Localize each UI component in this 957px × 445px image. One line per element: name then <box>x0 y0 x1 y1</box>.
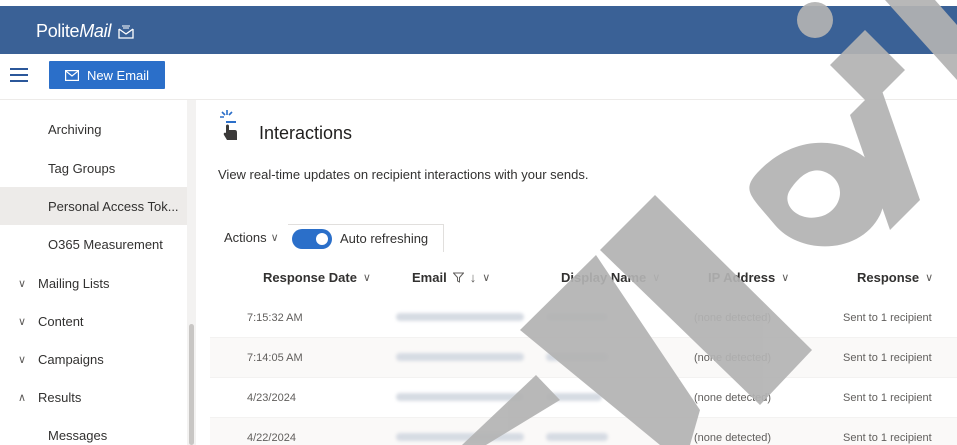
sidebar-item-label: Content <box>38 313 84 329</box>
cell-response-date: 4/23/2024 <box>247 392 296 404</box>
cell-display-name-redacted <box>546 392 602 404</box>
sidebar-nav: Archiving Tag Groups Personal Access Tok… <box>0 100 196 445</box>
new-email-label: New Email <box>86 67 150 83</box>
toggle-knob <box>316 232 328 245</box>
page-title: Interactions <box>259 123 353 143</box>
page-description: View real-time updates on recipient inte… <box>218 167 589 182</box>
column-header-response-date[interactable]: Response Date ∨ <box>263 270 371 285</box>
cell-ip-address: (none detected) <box>694 352 772 364</box>
actions-menu[interactable]: Actions ∨ <box>224 230 279 245</box>
sort-descending-icon: ↓ <box>469 270 477 285</box>
cell-email-redacted <box>396 392 524 404</box>
sidebar-item-label: Personal Access Tok... <box>48 198 179 214</box>
chevron-down-icon: ∨ <box>781 272 790 284</box>
column-header-label: Response <box>857 270 920 285</box>
chevron-up-icon: ∧ <box>18 391 27 404</box>
cell-ip-address: (none detected) <box>694 312 772 324</box>
auto-refresh-control: Auto refreshing <box>288 224 444 252</box>
cell-email-redacted <box>396 312 524 324</box>
filter-icon <box>452 272 464 283</box>
column-header-label: Email <box>412 270 447 285</box>
hamburger-menu-icon[interactable] <box>10 68 28 82</box>
logo-text-polite: Polite <box>36 21 80 41</box>
chevron-down-icon: ∨ <box>925 272 934 284</box>
sidebar-item-results[interactable]: ∧ Results <box>0 378 187 416</box>
app-logo[interactable]: PoliteMail <box>36 21 134 42</box>
chevron-down-icon: ∨ <box>362 272 371 284</box>
cell-ip-address: (none detected) <box>694 432 772 444</box>
sidebar-scrollbar[interactable] <box>187 100 196 445</box>
logo-text-mail: Mail <box>79 21 112 41</box>
table-row[interactable]: 7:15:32 AM (none detected) Sent to 1 rec… <box>210 298 957 338</box>
cell-response-date: 4/22/2024 <box>247 432 296 444</box>
auto-refresh-toggle[interactable] <box>292 228 332 249</box>
sidebar-item-o365-measurement[interactable]: O365 Measurement <box>0 225 187 263</box>
envelope-logo-icon <box>118 25 134 39</box>
sidebar-item-label: Campaigns <box>38 351 104 367</box>
cell-email-redacted <box>396 352 524 364</box>
table-row[interactable]: 4/22/2024 (none detected) Sent to 1 reci… <box>210 418 957 445</box>
chevron-down-icon: ∨ <box>482 272 491 284</box>
sidebar-item-content[interactable]: ∨ Content <box>0 302 187 340</box>
sidebar-item-tag-groups[interactable]: Tag Groups <box>0 149 187 187</box>
chevron-down-icon: ∨ <box>18 315 27 328</box>
column-header-label: Response Date <box>263 270 357 285</box>
cell-display-name-redacted <box>546 352 608 364</box>
cell-ip-address: (none detected) <box>694 392 772 404</box>
cell-response: Sent to 1 recipient <box>843 432 932 444</box>
sidebar-item-label: O365 Measurement <box>48 236 163 252</box>
column-header-label: Display Name <box>561 270 647 285</box>
cell-response: Sent to 1 recipient <box>843 392 932 404</box>
sidebar-item-label: Tag Groups <box>48 160 116 176</box>
sidebar-item-personal-access-tokens[interactable]: Personal Access Tok... <box>0 187 187 225</box>
cell-response: Sent to 1 recipient <box>843 352 932 364</box>
chevron-down-icon: ∨ <box>18 277 27 290</box>
table-row[interactable]: 4/23/2024 (none detected) Sent to 1 reci… <box>210 378 957 418</box>
sidebar-item-label: Messages <box>48 427 108 443</box>
column-header-email[interactable]: Email ↓ ∨ <box>412 270 490 285</box>
sidebar-item-label: Archiving <box>48 121 102 137</box>
sidebar-item-label: Results <box>38 389 82 405</box>
actions-label: Actions <box>224 230 267 245</box>
new-email-button[interactable]: New Email <box>49 61 165 89</box>
chevron-down-icon: ∨ <box>18 353 27 366</box>
cell-response-date: 7:15:32 AM <box>247 312 303 324</box>
auto-refresh-label: Auto refreshing <box>340 231 429 246</box>
chevron-down-icon: ∨ <box>652 272 661 284</box>
sidebar-item-mailing-lists[interactable]: ∨ Mailing Lists <box>0 264 187 302</box>
mail-icon <box>64 69 79 81</box>
table-row[interactable]: 7:14:05 AM (none detected) Sent to 1 rec… <box>210 338 957 378</box>
command-bar: New Email <box>0 54 957 100</box>
chevron-down-icon: ∨ <box>270 232 279 244</box>
column-header-label: IP Address <box>708 270 776 285</box>
sidebar-scroll-thumb[interactable] <box>189 324 194 445</box>
cell-display-name-redacted <box>546 312 608 324</box>
sidebar-item-archiving[interactable]: Archiving <box>0 110 187 148</box>
touch-interaction-icon <box>220 110 237 140</box>
sidebar-item-label: Mailing Lists <box>38 275 110 291</box>
cell-response-date: 7:14:05 AM <box>247 352 303 364</box>
column-header-ip-address[interactable]: IP Address ∨ <box>708 270 789 285</box>
column-header-response[interactable]: Response ∨ <box>857 270 933 285</box>
main-content: Interactions View real-time updates on r… <box>196 100 957 445</box>
sidebar-item-campaigns[interactable]: ∨ Campaigns <box>0 340 187 378</box>
cell-display-name-redacted <box>546 432 608 444</box>
column-header-display-name[interactable]: Display Name ∨ <box>561 270 660 285</box>
cell-email-redacted <box>396 432 524 444</box>
cell-response: Sent to 1 recipient <box>843 312 932 324</box>
sidebar-item-messages[interactable]: Messages <box>0 416 187 445</box>
top-bar: PoliteMail <box>0 6 957 54</box>
